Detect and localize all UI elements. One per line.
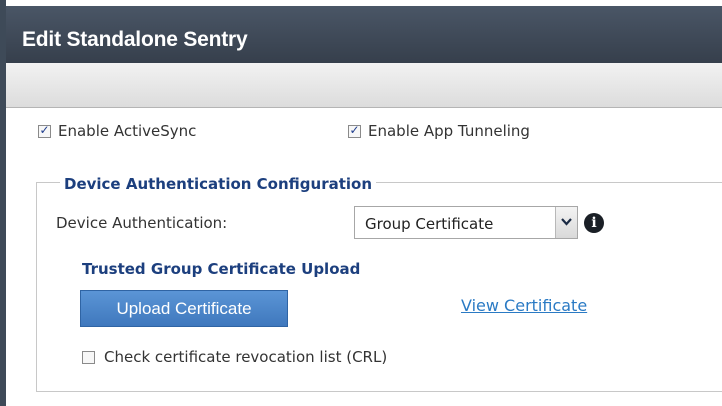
enable-activesync-checkbox[interactable]: ✓ xyxy=(38,123,51,138)
enable-app-tunneling-label: Enable App Tunneling xyxy=(368,122,530,140)
enable-activesync-label: Enable ActiveSync xyxy=(58,122,197,140)
device-authentication-value: Group Certificate xyxy=(365,215,494,233)
dropdown-arrow[interactable] xyxy=(555,207,577,238)
upload-certificate-button[interactable]: Upload Certificate xyxy=(80,290,288,327)
checkmark-icon: ✓ xyxy=(349,123,360,137)
trusted-upload-heading: Trusted Group Certificate Upload xyxy=(82,260,361,278)
checkmark-icon: ✓ xyxy=(39,123,50,137)
dialog-titlebar: Edit Standalone Sentry xyxy=(6,6,722,63)
edit-sentry-dialog: Edit Standalone Sentry ✓ Enable ActiveSy… xyxy=(0,0,722,406)
device-auth-config-legend: Device Authentication Configuration xyxy=(60,175,377,193)
info-icon[interactable]: i xyxy=(584,213,604,233)
dialog-content: ✓ Enable ActiveSync ✓ Enable App Tunneli… xyxy=(6,108,722,406)
crl-checkbox[interactable] xyxy=(82,351,95,364)
dialog-toolbar xyxy=(6,63,722,108)
view-certificate-link[interactable]: View Certificate xyxy=(461,296,587,315)
device-authentication-select[interactable]: Group Certificate xyxy=(354,206,578,239)
device-authentication-label: Device Authentication: xyxy=(56,214,228,232)
chevron-down-icon xyxy=(561,218,572,226)
dialog-title: Edit Standalone Sentry xyxy=(22,28,248,51)
enable-app-tunneling-checkbox[interactable]: ✓ xyxy=(348,123,361,138)
crl-checkbox-label: Check certificate revocation list (CRL) xyxy=(104,348,388,366)
